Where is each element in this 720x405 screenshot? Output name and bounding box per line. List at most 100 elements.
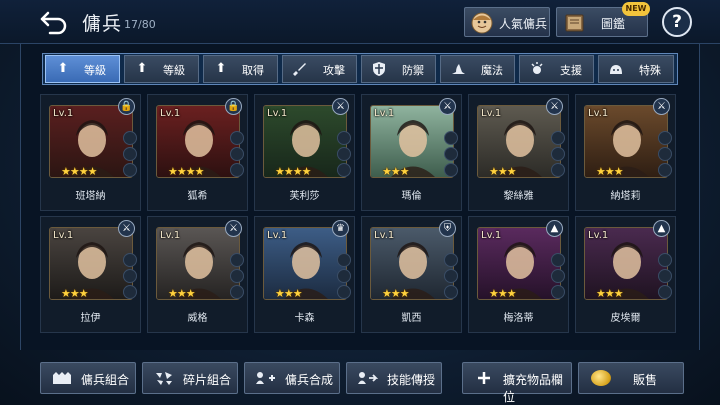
mercenary-portrait: Lv.1 ★★★ [584,227,668,300]
back-button[interactable] [38,9,70,35]
tab-sort-level[interactable]: ⬆ 等級 [124,55,199,83]
equipment-slots [337,253,353,301]
mercenary-card[interactable]: Lv.1 ★★★ ♛ 卡森 [254,216,355,333]
tab-label: 防禦 [402,64,424,77]
equipment-slots [551,131,567,179]
mercenary-card[interactable]: Lv.1 ★★★ ⚔ 納塔莉 [575,94,676,211]
mercenary-face-icon [471,12,493,34]
star-rating: ★★★ [61,287,89,300]
equipment-slot [551,253,565,267]
mercenary-portrait: Lv.1 ★★★ [370,227,454,300]
equipment-slots [658,131,674,179]
star-rating: ★★★ [382,165,410,178]
level-label: Lv.1 [160,108,181,119]
tab-sort-acquired[interactable]: ⬆ 取得 [203,55,278,83]
mercenary-portrait: Lv.1 ★★★ [49,227,133,300]
mercenary-card[interactable]: Lv.1 ★★★ ▲ 梅洛蒂 [468,216,569,333]
tab-filter-defense[interactable]: 防禦 [361,55,436,83]
mercenary-name: 納塔莉 [610,191,641,202]
mercenary-name: 威格 [187,313,208,324]
group-icon [53,372,71,384]
star-rating: ★★★ [168,287,196,300]
mercenary-card[interactable]: Lv.1 ★★★★ 🔒 班塔納 [40,94,141,211]
equipment-slot [551,163,565,177]
plus-icon [478,372,490,384]
star-rating: ★★★★ [275,165,311,178]
arrow-up-icon: ⬆ [215,61,227,76]
lock-icon: 🔒 [225,98,242,115]
equipment-slot [551,131,565,145]
star-rating: ★★★ [489,287,517,300]
slime-icon [610,65,622,74]
help-button[interactable]: ? [662,7,692,37]
mercenary-card[interactable]: Lv.1 ★★★ ⚔ 瑪倫 [361,94,462,211]
merge-icon [256,372,275,384]
equipment-slot [230,163,244,177]
shield-icon [373,62,385,76]
combine-label: 傭兵組合 [81,373,130,387]
sword-icon: ⚔ [332,98,349,115]
mercenary-card[interactable]: Lv.1 ★★★ ⚔ 拉伊 [40,216,141,333]
expand-label: 擴充物品欄位 [503,373,564,404]
tab-label: 取得 [242,64,264,77]
witch-hat-icon: ▲ [546,220,563,237]
mercenary-portrait: Lv.1 ★★★★ [49,105,133,178]
mercenary-card[interactable]: Lv.1 ★★★★ 🔒 狐希 [147,94,248,211]
mercenary-name: 黎絲雅 [503,191,534,202]
mercenary-name: 狐希 [187,191,208,202]
mercenary-card[interactable]: Lv.1 ★★★ ⛨ 凱西 [361,216,462,333]
tab-filter-special[interactable]: 特殊 [598,55,674,83]
star-rating: ★★★★ [168,165,204,178]
mercenary-name: 皮埃爾 [610,313,641,324]
equipment-slot [230,147,244,161]
level-label: Lv.1 [267,108,288,119]
tab-filter-magic[interactable]: 魔法 [440,55,515,83]
expand-inventory-button[interactable]: 擴充物品欄位 [462,362,572,404]
mercenary-combine-button[interactable]: 傭兵組合 [40,362,136,394]
equipment-slot [337,163,351,177]
equipment-slot [444,269,458,283]
tab-label: 魔法 [481,64,503,77]
mercenary-portrait: Lv.1 ★★★ [584,105,668,178]
mercenary-card[interactable]: Lv.1 ★★★ ⚔ 威格 [147,216,248,333]
equipment-slot [551,285,565,299]
sell-button[interactable]: 販售 [578,362,684,394]
equipment-slot [658,131,672,145]
arrow-up-icon: ⬆ [57,61,69,76]
skill-transfer-icon [358,372,379,384]
star-rating: ★★★ [275,287,303,300]
level-label: Lv.1 [588,230,609,241]
tab-sort-level-active[interactable]: ⬆ 等級 [45,55,120,83]
tab-label: 特殊 [639,64,661,77]
level-label: Lv.1 [53,230,74,241]
equipment-slot [658,253,672,267]
popular-mercenary-button[interactable]: 人氣傭兵 [464,7,550,37]
mercenary-portrait: Lv.1 ★★★★ [263,105,347,178]
equipment-slot [551,147,565,161]
sword-icon [293,63,306,76]
witch-hat-icon [452,64,465,74]
skill-transfer-button[interactable]: 技能傳授 [346,362,442,394]
level-label: Lv.1 [481,108,502,119]
back-arrow-icon [40,11,67,35]
star-rating: ★★★ [596,287,624,300]
mercenary-card[interactable]: Lv.1 ★★★ ⚔ 黎絲雅 [468,94,569,211]
equipment-slot [123,163,137,177]
sword-icon: ⚔ [118,220,135,237]
mercenary-card[interactable]: Lv.1 ★★★★ ⚔ 芙利莎 [254,94,355,211]
support-icon [531,62,543,74]
tab-filter-attack[interactable]: 攻擊 [282,55,357,83]
mercenary-name: 瑪倫 [401,191,422,202]
tab-label: 支援 [560,64,582,77]
mercenary-name: 卡森 [294,313,315,324]
mercenary-portrait: Lv.1 ★★★★ [156,105,240,178]
tab-filter-support[interactable]: 支援 [519,55,594,83]
mercenary-portrait: Lv.1 ★★★ [156,227,240,300]
fragment-combine-button[interactable]: 碎片組合 [142,362,238,394]
equipment-slot [658,269,672,283]
equipment-slot [123,131,137,145]
mercenary-merge-button[interactable]: 傭兵合成 [244,362,340,394]
top-bar: 傭兵 17/80 人氣傭兵 圖鑑 NEW ? [0,0,720,44]
tab-label: 等級 [163,64,185,77]
mercenary-card[interactable]: Lv.1 ★★★ ▲ 皮埃爾 [575,216,676,333]
